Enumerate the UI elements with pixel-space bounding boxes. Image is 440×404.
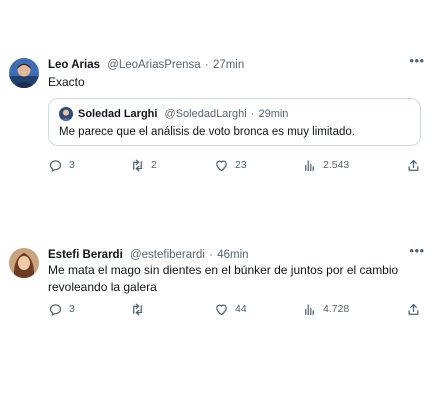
avatar-image [9,58,39,88]
share-button[interactable] [406,300,421,318]
display-name[interactable]: Estefi Berardi [48,249,123,261]
reply-button[interactable]: 3 [48,156,75,174]
user-handle[interactable]: @estefiberardi [130,249,205,261]
more-horizontal-icon: ••• [409,243,425,258]
timeline: Leo Arias @LeoAriasPrensa · 27min ••• Ex… [0,0,440,404]
retweet-icon [133,159,142,171]
more-options-button[interactable]: ••• [408,54,426,68]
views-bar-chart-icon [305,160,314,171]
tweet-header: Estefi Berardi @estefiberardi · 46min [48,248,249,263]
quote-avatar-image [59,107,73,121]
user-handle[interactable]: @LeoAriasPrensa [107,59,201,71]
views-button[interactable]: 4.728 [302,300,349,318]
reply-icon [49,159,62,172]
tweet-text: Me mata el mago sin dientes en el búnker… [48,263,399,294]
reply-button[interactable]: 3 [48,300,75,318]
reply-count: 3 [69,303,75,315]
heart-icon [216,304,227,315]
retweet-count: 2 [151,159,157,171]
quote-header: Soledad Larghi @SoledadLarghi · 29min [78,107,288,121]
tweet-header: Leo Arias @LeoAriasPrensa · 27min [48,58,244,73]
tweet-text: Exacto [48,75,85,89]
more-options-button[interactable]: ••• [408,244,426,258]
quote-timestamp: 29min [258,108,289,120]
quote-separator-dot: · [250,108,255,120]
separator-dot: · [204,59,209,71]
tweet-actions: 3 44 4.728 [48,300,428,318]
views-count: 2.543 [323,159,350,171]
quote-text: Me parece que el análisis de voto bronca… [59,126,355,138]
heart-icon [216,160,227,171]
views-bar-chart-icon [305,304,314,315]
share-icon [408,159,419,171]
quote-avatar [59,107,73,121]
reply-count: 3 [69,159,75,171]
views-button[interactable]: 2.543 [302,156,349,174]
share-button[interactable] [406,156,421,174]
like-count: 44 [235,303,247,315]
more-horizontal-icon: ••• [409,53,425,68]
timestamp[interactable]: 27min [213,59,244,71]
tweet[interactable]: Estefi Berardi @estefiberardi · 46min ••… [0,236,440,328]
quoted-tweet[interactable]: Soledad Larghi @SoledadLarghi · 29min Me… [48,98,421,146]
tweet[interactable]: Leo Arias @LeoAriasPrensa · 27min ••• Ex… [0,46,440,184]
quote-display-name: Soledad Larghi [78,108,158,120]
retweet-button[interactable]: 2 [130,156,157,174]
timestamp[interactable]: 46min [217,249,248,261]
avatar-image [9,248,39,278]
quote-user-handle: @SoledadLarghi [164,108,247,120]
like-button[interactable]: 44 [214,300,247,318]
reply-icon [49,303,62,316]
avatar[interactable] [9,248,39,278]
display-name[interactable]: Leo Arias [48,59,100,71]
like-button[interactable]: 23 [214,156,247,174]
separator-dot: · [209,249,213,261]
like-count: 23 [235,159,247,171]
retweet-button[interactable] [130,300,151,318]
avatar[interactable] [9,58,39,88]
share-icon [408,303,419,315]
tweet-actions: 3 2 23 2.543 [48,156,428,174]
retweet-icon [133,303,142,315]
views-count: 4.728 [323,303,350,315]
